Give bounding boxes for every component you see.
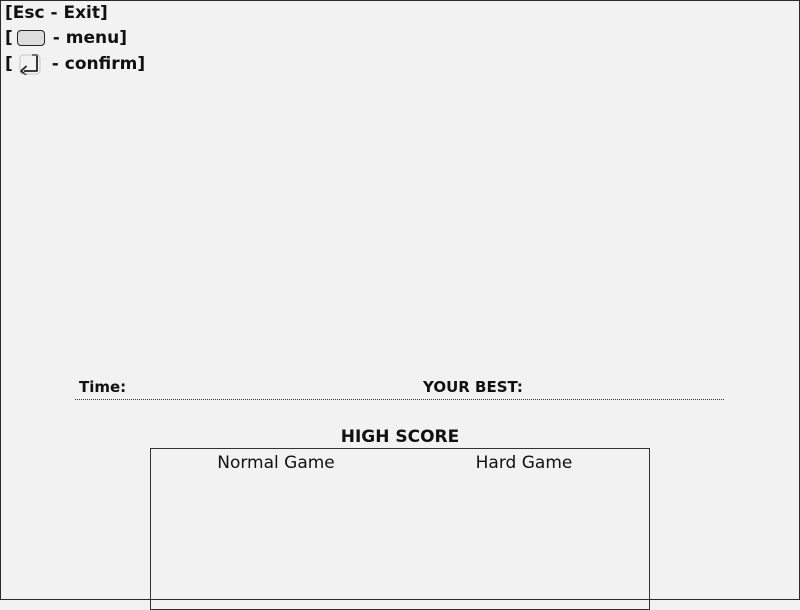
space-key-icon <box>16 30 45 46</box>
exit-instruction: [Esc - Exit] <box>5 3 108 23</box>
time-label: Time: <box>79 378 127 396</box>
hard-game-column-header: Hard Game <box>475 453 573 473</box>
high-score-table: Normal Game Hard Game <box>150 448 650 610</box>
high-score-title: HIGH SCORE <box>340 427 460 447</box>
confirm-instruction: [ - confirm] <box>5 53 145 75</box>
stats-divider <box>75 399 724 400</box>
confirm-bracket-open: [ <box>5 54 13 74</box>
exit-instruction-text: [Esc - Exit] <box>5 3 108 23</box>
menu-instruction-text: - menu] <box>52 28 127 48</box>
confirm-instruction-text: - confirm] <box>51 54 146 74</box>
your-best-label: YOUR BEST: <box>423 378 523 396</box>
menu-instruction: [ - menu] <box>5 28 127 48</box>
normal-game-column-header: Normal Game <box>217 453 335 473</box>
menu-bracket-open: [ <box>5 28 13 48</box>
enter-key-icon <box>19 54 41 75</box>
